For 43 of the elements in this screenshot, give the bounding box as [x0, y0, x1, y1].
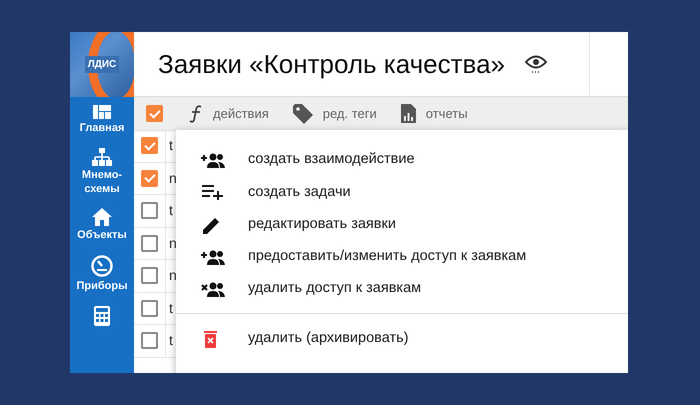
toolbar-button[interactable]: действия	[181, 104, 277, 124]
menu-item[interactable]: создать задачи	[176, 176, 628, 209]
dashboard-icon	[93, 105, 111, 119]
function-icon	[189, 104, 203, 122]
gauge-icon	[91, 255, 113, 277]
hierarchy-icon	[92, 148, 112, 166]
checkbox[interactable]	[146, 105, 163, 122]
sidebar-item[interactable]: Объекты	[70, 200, 134, 247]
toolbar-button[interactable]: отчеты	[392, 104, 476, 124]
tag-icon	[292, 104, 313, 124]
table-cell-text: n	[168, 168, 177, 188]
eye-icon[interactable]	[525, 54, 547, 74]
checkbox[interactable]	[141, 137, 158, 154]
add-people-icon	[200, 152, 226, 168]
checkbox[interactable]	[141, 267, 158, 284]
calculator-icon[interactable]	[94, 306, 110, 326]
home-icon	[92, 208, 112, 226]
menu-item[interactable]: удалить доступ к заявкам	[176, 273, 628, 306]
menu-item[interactable]: создать взаимодействие	[176, 144, 628, 176]
checkbox[interactable]	[141, 202, 158, 220]
sidebar-item[interactable]: Мнемо-схемы	[70, 140, 134, 200]
playlist-add-icon	[200, 184, 226, 200]
menu-item[interactable]: предоставить/изменить доступ к заявкам	[176, 240, 628, 274]
checkbox[interactable]	[141, 170, 158, 187]
menu-item[interactable]: удалить (архивировать)	[176, 322, 628, 355]
page-title: Заявки «Контроль качества»	[157, 48, 505, 80]
table-cell-text: t	[168, 201, 173, 220]
table-cell-text: n	[168, 266, 177, 286]
sidebar-item[interactable]: Главная	[70, 97, 134, 140]
logo: ЛДИС	[70, 32, 134, 97]
table-cell-text: t	[168, 331, 173, 350]
checkbox[interactable]	[141, 300, 158, 317]
add-people-icon	[200, 249, 226, 266]
report-icon	[400, 104, 416, 123]
table-cell-text: t	[168, 298, 173, 318]
checkbox[interactable]	[141, 234, 158, 252]
table-cell-text: n	[168, 234, 177, 253]
checkbox[interactable]	[141, 332, 158, 350]
toolbar-button[interactable]: ред. теги	[284, 104, 385, 124]
menu-item[interactable]: редактировать заявки	[176, 208, 628, 241]
sidebar-item[interactable]: Приборы	[70, 247, 134, 298]
table-cell-text: t	[168, 136, 173, 156]
remove-people-icon	[200, 281, 226, 298]
